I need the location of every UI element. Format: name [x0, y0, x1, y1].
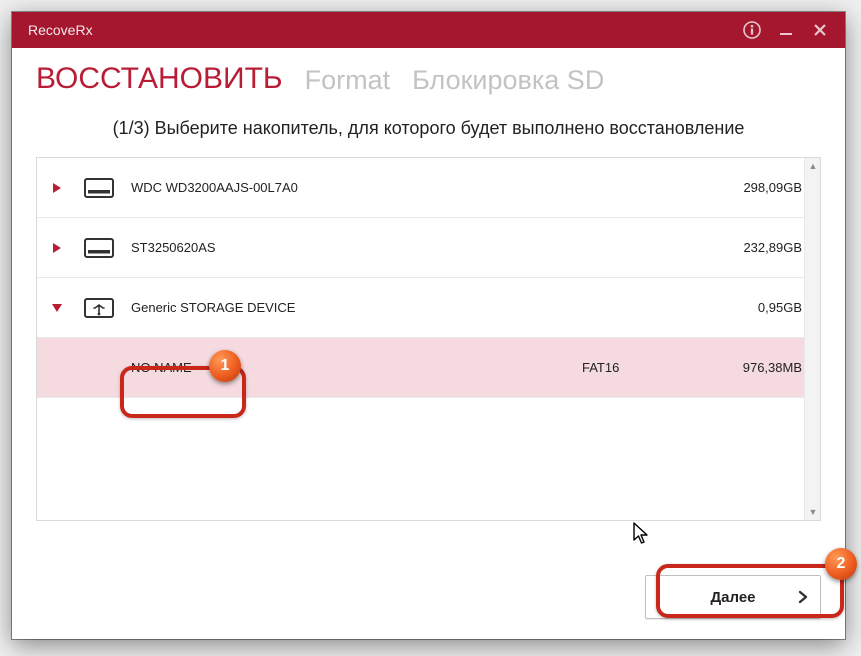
- chevron-right-icon: [51, 182, 63, 194]
- nav-tabs: ВОССТАНОВИТЬ Format Блокировка SD: [12, 48, 845, 102]
- tab-format[interactable]: Format: [305, 65, 391, 102]
- expand-toggle[interactable]: [37, 302, 77, 314]
- close-icon: [813, 23, 827, 37]
- chevron-right-icon: [798, 590, 808, 604]
- drive-row[interactable]: Generic STORAGE DEVICE 0,95GB: [37, 278, 820, 338]
- close-button[interactable]: [803, 12, 837, 48]
- drive-size: 232,89GB: [702, 240, 802, 255]
- drive-list: WDC WD3200AAJS-00L7A0 298,09GB ST3: [36, 157, 821, 521]
- step-instruction: (1/3) Выберите накопитель, для которого …: [36, 118, 821, 139]
- drive-row[interactable]: ST3250620AS 232,89GB: [37, 218, 820, 278]
- hdd-icon: [77, 235, 121, 261]
- window-title: RecoveRx: [28, 22, 735, 38]
- drive-row[interactable]: WDC WD3200AAJS-00L7A0 298,09GB: [37, 158, 820, 218]
- tab-sd-lock[interactable]: Блокировка SD: [412, 65, 604, 102]
- next-button-label: Далее: [710, 589, 755, 606]
- app-window: RecoveRx ВОССТАНОВИТЬ Format Блокировка …: [12, 12, 845, 639]
- drive-name: Generic STORAGE DEVICE: [121, 300, 582, 315]
- tab-recover[interactable]: ВОССТАНОВИТЬ: [36, 62, 283, 102]
- expand-toggle[interactable]: [37, 242, 77, 254]
- minimize-button[interactable]: [769, 12, 803, 48]
- partition-size: 976,38MB: [702, 360, 802, 375]
- partition-row[interactable]: NO NAME FAT16 976,38MB: [37, 338, 820, 398]
- usb-icon: [77, 294, 121, 322]
- minimize-icon: [779, 23, 793, 37]
- scrollbar[interactable]: ▲ ▼: [804, 158, 820, 520]
- chevron-right-icon: [51, 242, 63, 254]
- info-icon: [743, 21, 761, 39]
- info-button[interactable]: [735, 12, 769, 48]
- drive-size: 0,95GB: [702, 300, 802, 315]
- partition-fs: FAT16: [582, 360, 702, 375]
- drive-size: 298,09GB: [702, 180, 802, 195]
- next-button[interactable]: Далее: [645, 575, 821, 619]
- chevron-down-icon: [51, 302, 63, 314]
- scroll-up-icon[interactable]: ▲: [805, 158, 821, 174]
- scroll-down-icon[interactable]: ▼: [805, 504, 821, 520]
- titlebar: RecoveRx: [12, 12, 845, 48]
- partition-name: NO NAME: [121, 360, 582, 375]
- expand-toggle[interactable]: [37, 182, 77, 194]
- drive-name: ST3250620AS: [121, 240, 582, 255]
- hdd-icon: [77, 175, 121, 201]
- drive-name: WDC WD3200AAJS-00L7A0: [121, 180, 582, 195]
